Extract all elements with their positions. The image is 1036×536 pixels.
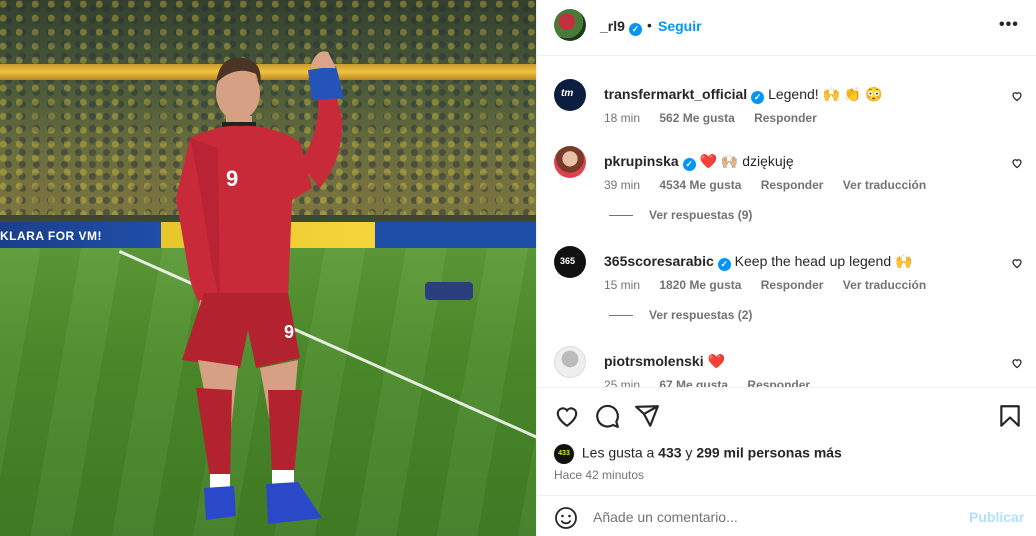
- verified-badge-icon: ✓: [717, 258, 731, 271]
- comment-icon[interactable]: [594, 403, 620, 429]
- comment-text: Legend! 🙌 👏 😳: [768, 86, 883, 102]
- reply-button[interactable]: Responder: [754, 111, 817, 125]
- verified-badge-icon: ✓: [682, 158, 696, 171]
- svg-text:9: 9: [284, 322, 294, 342]
- commenter-avatar[interactable]: [554, 146, 586, 178]
- comment-composer: Publicar: [537, 495, 1036, 536]
- author-username[interactable]: _rl9: [600, 18, 625, 34]
- translate-button[interactable]: Ver traducción: [843, 178, 926, 192]
- more-options-icon[interactable]: •••: [999, 16, 1019, 34]
- commenter-avatar[interactable]: [554, 346, 586, 378]
- emoji-icon[interactable]: [554, 506, 578, 530]
- comment-username[interactable]: pkrupinska: [604, 153, 679, 169]
- avatar-initials: 365: [560, 256, 576, 266]
- likes-prefix: Les gusta a: [581, 444, 655, 461]
- comment-text: Keep the head up legend 🙌: [734, 253, 913, 269]
- comment-likes[interactable]: 67 Me gusta: [659, 378, 728, 387]
- liker-avatar: 433: [554, 444, 574, 464]
- likes-others[interactable]: 299 mil personas más: [696, 445, 842, 461]
- comment-username[interactable]: transfermarkt_official: [604, 86, 747, 102]
- heart-icon[interactable]: [554, 403, 580, 429]
- share-icon[interactable]: [634, 403, 660, 429]
- reply-button[interactable]: Responder: [761, 278, 824, 292]
- comment-likes[interactable]: 562 Me gusta: [659, 111, 734, 125]
- comment-text: ❤️ 🙌🏼 dziękuję: [699, 153, 794, 169]
- separator-dot: •: [647, 17, 652, 33]
- comment-like-heart-icon[interactable]: [1011, 257, 1023, 269]
- post-actions: 433 Les gusta a 433 y 299 mil personas m…: [537, 387, 1036, 536]
- post-timestamp[interactable]: Hace 42 minutos: [554, 468, 644, 482]
- comment-likes[interactable]: 4534 Me gusta: [659, 178, 741, 192]
- post-photo[interactable]: KLARA FOR VM! 9 9: [0, 0, 536, 536]
- author-avatar[interactable]: [554, 9, 586, 41]
- svg-text:9: 9: [226, 166, 238, 191]
- publish-button[interactable]: Publicar: [969, 509, 1024, 525]
- commenter-avatar[interactable]: tm: [554, 79, 586, 111]
- comment-like-heart-icon[interactable]: [1011, 90, 1023, 102]
- replies-divider: [609, 215, 633, 217]
- commenter-avatar[interactable]: 365: [554, 246, 586, 278]
- comment-likes[interactable]: 1820 Me gusta: [659, 278, 741, 292]
- comment-like-heart-icon[interactable]: [1011, 357, 1023, 369]
- translate-button[interactable]: Ver traducción: [843, 278, 926, 292]
- replies-divider: [609, 315, 633, 317]
- advertising-board-text: KLARA FOR VM!: [0, 229, 103, 243]
- likes-user[interactable]: 433: [658, 445, 681, 461]
- comment-time[interactable]: 39 min: [604, 178, 640, 192]
- comment-username[interactable]: 365scoresarabic: [604, 253, 714, 269]
- reply-button[interactable]: Responder: [747, 378, 810, 387]
- likes-and: y: [685, 444, 693, 461]
- comments-list[interactable]: tm transfermarkt_official ✓ Legend! 🙌 👏 😳…: [537, 57, 1036, 387]
- comment-input[interactable]: [593, 506, 953, 528]
- pitch-camera: [425, 282, 473, 300]
- follow-button[interactable]: Seguir: [658, 18, 702, 34]
- view-replies-button[interactable]: Ver respuestas (2): [609, 308, 752, 322]
- comment-text: ❤️: [707, 353, 725, 369]
- post-side-panel: _rl9 ✓ • Seguir ••• tm transfermarkt_offi…: [536, 0, 1036, 536]
- likes-summary[interactable]: 433 Les gusta a 433 y 299 mil personas m…: [554, 444, 842, 464]
- reply-button[interactable]: Responder: [761, 178, 824, 192]
- comment-like-heart-icon[interactable]: [1011, 157, 1023, 169]
- verified-badge-icon: ✓: [751, 91, 765, 104]
- view-replies-button[interactable]: Ver respuestas (9): [609, 208, 752, 222]
- bookmark-icon[interactable]: [997, 403, 1023, 429]
- comment-time[interactable]: 18 min: [604, 111, 640, 125]
- comment-time[interactable]: 15 min: [604, 278, 640, 292]
- view-replies-label: Ver respuestas (2): [649, 308, 753, 322]
- author-username-row[interactable]: _rl9 ✓: [600, 18, 642, 36]
- avatar-initials: tm: [561, 88, 574, 99]
- post-header: _rl9 ✓ • Seguir •••: [537, 0, 1036, 56]
- football-player: 9 9: [176, 51, 344, 524]
- verified-badge-icon: ✓: [628, 23, 642, 36]
- view-replies-label: Ver respuestas (9): [649, 208, 753, 222]
- comment-time[interactable]: 25 min: [604, 378, 640, 387]
- comment-username[interactable]: piotrsmolenski: [604, 353, 704, 369]
